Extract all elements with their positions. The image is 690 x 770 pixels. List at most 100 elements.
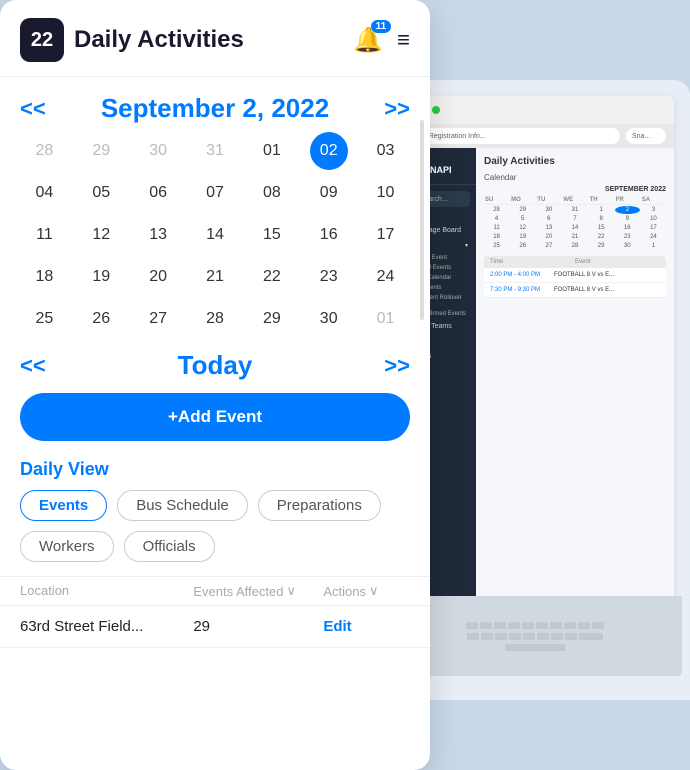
lap-cal-cell: 6 bbox=[536, 215, 561, 223]
key bbox=[522, 622, 534, 629]
calendar-day-cell[interactable]: 24 bbox=[367, 258, 405, 296]
hamburger-menu[interactable]: ≡ bbox=[397, 27, 410, 53]
lap-cal-cell: 17 bbox=[641, 224, 666, 232]
calendar-day-cell[interactable]: 29 bbox=[82, 132, 120, 170]
lap-cal-cell: 13 bbox=[536, 224, 561, 232]
laptop-top-bar bbox=[396, 96, 674, 124]
calendar-day-cell[interactable]: 01 bbox=[253, 132, 291, 170]
filter-pill-officials[interactable]: Officials bbox=[124, 531, 215, 562]
key bbox=[551, 633, 563, 640]
calendar-day-cell[interactable]: 30 bbox=[310, 300, 348, 338]
laptop-content: S SNAPI 🔍Search... ADMIN Message Board E… bbox=[396, 148, 674, 596]
lap-cal-cell: 14 bbox=[562, 224, 587, 232]
prev-month-button[interactable]: << bbox=[20, 96, 46, 122]
calendar-day-cell[interactable]: 05 bbox=[82, 174, 120, 212]
next-day-button[interactable]: >> bbox=[384, 353, 410, 379]
calendar-day-cell[interactable]: 22 bbox=[253, 258, 291, 296]
lap-cal-cell: 19 bbox=[510, 233, 535, 241]
next-month-button[interactable]: >> bbox=[384, 96, 410, 122]
browser-url2: Sna... bbox=[626, 128, 666, 144]
calendar-week-row: 18 19 20 21 22 23 24 bbox=[16, 258, 414, 296]
calendar-day-cell[interactable]: 30 bbox=[139, 132, 177, 170]
affected-header: Events Affected ∨ bbox=[193, 583, 323, 599]
calendar-day-cell[interactable]: 06 bbox=[139, 174, 177, 212]
lap-cal-day-header: WE bbox=[562, 196, 587, 205]
key bbox=[494, 622, 506, 629]
keyboard-row3 bbox=[505, 644, 565, 651]
calendar-day-cell[interactable]: 07 bbox=[196, 174, 234, 212]
laptop-main: Daily Activities Calendar SEPTEMBER 2022… bbox=[476, 148, 674, 596]
notification-bell[interactable]: 🔔 11 bbox=[353, 26, 383, 55]
calendar-week-row: 28 29 30 31 01 02 03 bbox=[16, 132, 414, 170]
calendar-day-cell[interactable]: 09 bbox=[310, 174, 348, 212]
lap-event-name: FOOTBALL 8 V vs E... bbox=[554, 272, 614, 278]
lap-cal-cell: 18 bbox=[484, 233, 509, 241]
calendar-day-cell[interactable]: 15 bbox=[253, 216, 291, 254]
calendar-day-cell[interactable]: 28 bbox=[196, 300, 234, 338]
calendar-day-cell[interactable]: 13 bbox=[139, 216, 177, 254]
lap-cal-cell: 24 bbox=[641, 233, 666, 241]
header-icons: 🔔 11 ≡ bbox=[353, 26, 410, 55]
key bbox=[508, 622, 520, 629]
key bbox=[550, 622, 562, 629]
table-header: Location Events Affected ∨ Actions ∨ bbox=[0, 576, 430, 606]
key bbox=[466, 622, 478, 629]
calendar-day-cell[interactable]: 29 bbox=[253, 300, 291, 338]
calendar-day-cell[interactable]: 08 bbox=[253, 174, 291, 212]
location-header: Location bbox=[20, 583, 193, 599]
calendar-day-cell[interactable]: 19 bbox=[82, 258, 120, 296]
calendar-day-cell[interactable]: 26 bbox=[82, 300, 120, 338]
calendar-day-cell[interactable]: 02 bbox=[310, 132, 348, 170]
calendar-day-cell[interactable]: 28 bbox=[25, 132, 63, 170]
lap-cal-cell: 26 bbox=[510, 242, 535, 250]
calendar-day-cell[interactable]: 12 bbox=[82, 216, 120, 254]
calendar-day-cell[interactable]: 23 bbox=[310, 258, 348, 296]
calendar-day-cell[interactable]: 25 bbox=[25, 300, 63, 338]
calendar-day-cell[interactable]: 21 bbox=[196, 258, 234, 296]
calendar-week-row: 11 12 13 14 15 16 17 bbox=[16, 216, 414, 254]
calendar-day-cell[interactable]: 16 bbox=[310, 216, 348, 254]
lap-event-time: 2:00 PM - 4:00 PM bbox=[490, 272, 550, 278]
filter-pill-bus-schedule[interactable]: Bus Schedule bbox=[117, 490, 248, 521]
calendar-day-cell[interactable]: 18 bbox=[25, 258, 63, 296]
key bbox=[480, 622, 492, 629]
calendar-day-cell[interactable]: 11 bbox=[25, 216, 63, 254]
app-header: 22 Daily Activities 🔔 11 ≡ bbox=[0, 0, 430, 77]
browser-url: Registration Info... bbox=[423, 128, 620, 144]
key bbox=[592, 622, 604, 629]
lap-cal-cell: 28 bbox=[562, 242, 587, 250]
lap-cal-cell: 11 bbox=[484, 224, 509, 232]
lap-section-title: Calendar bbox=[484, 173, 666, 182]
daily-view-label: Daily View bbox=[0, 459, 430, 490]
edit-link[interactable]: Edit bbox=[323, 618, 351, 635]
calendar-day-cell[interactable]: 20 bbox=[139, 258, 177, 296]
calendar-day-cell[interactable]: 10 bbox=[367, 174, 405, 212]
calendar-day-cell[interactable]: 27 bbox=[139, 300, 177, 338]
add-event-button[interactable]: +Add Event bbox=[20, 393, 410, 441]
calendar-week-row: 04 05 06 07 08 09 10 bbox=[16, 174, 414, 212]
scrollbar[interactable] bbox=[420, 120, 424, 320]
notification-badge: 11 bbox=[371, 20, 392, 33]
lap-cal-cell: 20 bbox=[536, 233, 561, 241]
today-label: Today bbox=[178, 350, 253, 381]
calendar-day-cell[interactable]: 04 bbox=[25, 174, 63, 212]
prev-day-button[interactable]: << bbox=[20, 353, 46, 379]
laptop-keyboard bbox=[388, 596, 682, 676]
lap-cal-day-header: SA bbox=[641, 196, 666, 205]
lap-cal-cell: 30 bbox=[536, 206, 561, 214]
affected-cell: 29 bbox=[193, 618, 323, 635]
laptop-screen: ◂ ▸ Registration Info... Sna... S SNAPI … bbox=[396, 96, 674, 596]
spacebar bbox=[505, 644, 565, 651]
lap-event-rows: 2:00 PM - 4:00 PM FOOTBALL 8 V vs E... 7… bbox=[484, 268, 666, 298]
sort-icon: ∨ bbox=[286, 583, 296, 599]
calendar-day-cell[interactable]: 14 bbox=[196, 216, 234, 254]
calendar-day-cell[interactable]: 01 bbox=[367, 300, 405, 338]
calendar-day-cell[interactable]: 17 bbox=[367, 216, 405, 254]
filter-pill-preparations[interactable]: Preparations bbox=[258, 490, 381, 521]
key bbox=[536, 622, 548, 629]
calendar-day-cell[interactable]: 31 bbox=[196, 132, 234, 170]
calendar-day-cell[interactable]: 03 bbox=[367, 132, 405, 170]
browser-bar: ◂ ▸ Registration Info... Sna... bbox=[396, 124, 674, 148]
filter-pill-events[interactable]: Events bbox=[20, 490, 107, 521]
filter-pill-workers[interactable]: Workers bbox=[20, 531, 114, 562]
